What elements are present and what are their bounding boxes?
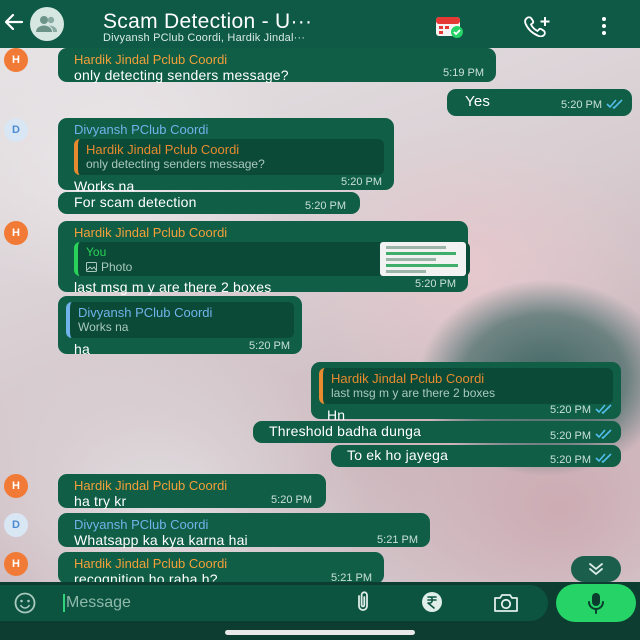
message-bubble-outgoing[interactable]: To ek ho jayega 5:20 PM [331, 445, 621, 467]
message-input[interactable] [66, 592, 336, 614]
message-bubble-outgoing[interactable]: Yes 5:20 PM [447, 89, 632, 116]
quoted-sender: Divyansh PClub Coordi [78, 305, 213, 320]
double-tick-icon [595, 429, 612, 439]
scroll-to-bottom-button[interactable] [571, 556, 621, 582]
double-tick-icon [606, 99, 623, 109]
quoted-message[interactable]: Divyansh PClub Coordi Works na [66, 302, 294, 338]
sender-avatar[interactable]: H [4, 552, 28, 576]
message-bubble-incoming[interactable]: Hardik Jindal Pclub Coordi only detectin… [58, 48, 496, 83]
sender-name[interactable]: Hardik Jindal Pclub Coordi [74, 556, 374, 571]
group-title[interactable]: Scam Detection - U··· [103, 10, 312, 34]
photo-icon [86, 262, 97, 272]
message-time: 5:20 PM [249, 340, 290, 352]
quoted-message[interactable]: Hardik Jindal Pclub Coordi only detectin… [74, 139, 384, 175]
sender-name[interactable]: Divyansh PClub Coordi [74, 122, 384, 137]
message-bubble-incoming[interactable]: Hardik Jindal Pclub Coordi recognition h… [58, 552, 384, 587]
sender-avatar[interactable]: H [4, 221, 28, 245]
quoted-sender: Hardik Jindal Pclub Coordi [86, 142, 240, 157]
group-avatar[interactable] [30, 7, 64, 41]
mic-icon [588, 593, 604, 614]
text-caret [63, 594, 65, 612]
message-bubble-incoming[interactable]: Divyansh PClub Coordi Hardik Jindal Pclu… [58, 118, 394, 194]
attach-icon[interactable] [351, 590, 375, 614]
chat-header: Scam Detection - U··· Divyansh PClub Coo… [0, 0, 640, 48]
quoted-text: Works na [78, 320, 129, 334]
message-text: Whatsapp ka kya karna hai [74, 532, 248, 548]
group-icon [36, 16, 57, 32]
quoted-text: Photo [101, 260, 133, 274]
message-time: 5:20 PM [415, 278, 456, 290]
message-time: 5:20 PM [271, 494, 312, 506]
message-text: last msg m y are there 2 boxes [74, 279, 272, 295]
quoted-text: last msg m y are there 2 boxes [331, 386, 496, 400]
message-time: 5:20 PM [550, 430, 591, 442]
message-time: 5:21 PM [377, 534, 418, 546]
message-text: only detecting senders message? [74, 67, 289, 83]
voice-message-button[interactable] [556, 584, 636, 622]
message-time: 5:20 PM [305, 200, 346, 212]
sender-name[interactable]: Divyansh PClub Coordi [74, 517, 420, 532]
menu-icon[interactable] [598, 15, 610, 37]
sender-avatar[interactable]: D [4, 118, 28, 142]
quoted-sender: Hardik Jindal Pclub Coordi [331, 371, 485, 386]
back-arrow-icon[interactable] [2, 10, 26, 34]
message-time: 5:20 PM [550, 454, 591, 466]
call-add-icon[interactable] [523, 15, 551, 38]
quoted-photo-thumbnail[interactable] [380, 242, 466, 276]
message-bubble-outgoing[interactable]: Threshold badha dunga 5:20 PM [253, 421, 621, 443]
system-home-indicator [225, 630, 415, 635]
rupee-icon[interactable] [421, 591, 443, 613]
message-time: 5:19 PM [443, 67, 484, 79]
message-bubble-incoming[interactable]: Hardik Jindal Pclub Coordi You Photo las… [58, 221, 470, 295]
emoji-icon[interactable] [12, 592, 38, 614]
message-time: 5:20 PM [550, 404, 591, 416]
sender-name[interactable]: Hardik Jindal Pclub Coordi [74, 225, 458, 240]
sender-avatar[interactable]: D [4, 513, 28, 537]
sender-avatar[interactable]: H [4, 474, 28, 498]
message-bubble-outgoing[interactable]: Hardik Jindal Pclub Coordi last msg m y … [311, 362, 621, 423]
chevron-down-icon [589, 563, 603, 576]
double-tick-icon [595, 404, 612, 414]
message-bubble-incoming[interactable]: For scam detection 5:20 PM [58, 192, 360, 214]
sender-avatar[interactable]: H [4, 48, 28, 72]
double-tick-icon [595, 453, 612, 463]
camera-icon[interactable] [492, 592, 520, 614]
message-bubble-incoming[interactable]: Divyansh PClub Coordi Works na ha 5:20 P… [58, 296, 302, 357]
message-bubble-incoming[interactable]: Hardik Jindal Pclub Coordi ha try kr 5:2… [58, 474, 326, 509]
quoted-message[interactable]: You Photo [74, 242, 470, 276]
message-bubble-incoming[interactable]: Divyansh PClub Coordi Whatsapp ka kya ka… [58, 513, 430, 548]
message-time: 5:20 PM [341, 176, 382, 188]
quoted-message[interactable]: Hardik Jindal Pclub Coordi last msg m y … [319, 368, 613, 404]
calendar-icon[interactable] [435, 14, 463, 38]
group-members-subtitle[interactable]: Divyansh PClub Coordi, Hardik Jindal··· [103, 32, 305, 44]
sender-name[interactable]: Hardik Jindal Pclub Coordi [74, 52, 486, 67]
quoted-text: only detecting senders message? [86, 157, 265, 171]
sender-name[interactable]: Hardik Jindal Pclub Coordi [74, 478, 316, 493]
message-time: 5:20 PM [561, 99, 602, 111]
